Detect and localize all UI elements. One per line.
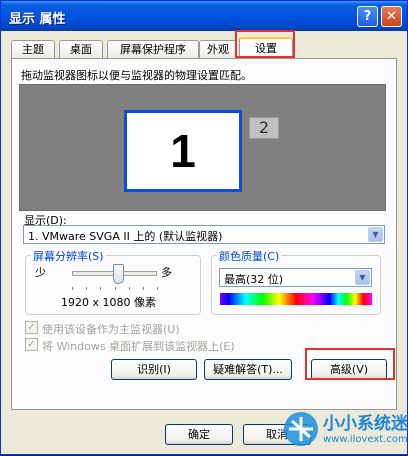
color-spectrum-bar bbox=[220, 293, 372, 305]
help-icon: ? bbox=[363, 9, 372, 24]
monitor-2-icon[interactable]: 2 bbox=[249, 117, 279, 139]
watermark-brand: 小小系统迷 bbox=[323, 414, 408, 434]
tab-themes[interactable]: 主题 bbox=[11, 40, 55, 58]
primary-monitor-label: 使用该设备作为主监视器(U) bbox=[42, 323, 180, 336]
watermark-logo: 小小系统迷 www.ilovext.com bbox=[281, 407, 408, 453]
display-select[interactable]: 1. VMware SVGA II 上的 (默认监视器) ▼ bbox=[23, 225, 385, 244]
highlight-advanced-button bbox=[305, 348, 395, 380]
color-quality-group-label: 颜色质量(C) bbox=[217, 248, 282, 264]
extend-desktop-label: 将 Windows 桌面扩展到该监视器上(E) bbox=[42, 340, 235, 353]
chevron-down-icon[interactable]: ▼ bbox=[355, 270, 370, 285]
primary-monitor-checkbox[interactable]: ✓ bbox=[25, 321, 38, 334]
resolution-slider-ticks bbox=[72, 287, 158, 290]
extend-desktop-checkbox[interactable]: ✓ bbox=[25, 338, 38, 351]
troubleshoot-button[interactable]: 疑难解答(T)... bbox=[204, 359, 292, 380]
resolution-more-label: 多 bbox=[161, 266, 172, 279]
window-title: 显示 属性 bbox=[9, 12, 66, 27]
close-icon: ✕ bbox=[386, 9, 397, 24]
chevron-down-icon[interactable]: ▼ bbox=[368, 227, 383, 242]
instruction-text: 拖动监视器图标以便与监视器的物理设置匹配。 bbox=[21, 69, 252, 82]
identify-button[interactable]: 识别(I) bbox=[111, 359, 197, 380]
color-quality-value: 最高(32 位) bbox=[224, 273, 284, 286]
tab-appearance[interactable]: 外观 bbox=[199, 40, 237, 58]
resolution-value: 1920 x 1080 像素 bbox=[61, 296, 156, 309]
highlight-settings-tab bbox=[235, 30, 295, 58]
watermark-url: www.ilovext.com bbox=[323, 434, 408, 445]
title-bar[interactable]: 显示 属性 ? ✕ bbox=[1, 1, 407, 31]
monitor-arrangement: 1 2 bbox=[19, 84, 386, 211]
tab-screensaver[interactable]: 屏幕保护程序 bbox=[107, 40, 199, 58]
resolution-less-label: 少 bbox=[35, 266, 46, 279]
tab-desktop[interactable]: 桌面 bbox=[59, 40, 103, 58]
display-select-value: 1. VMware SVGA II 上的 (默认监视器) bbox=[28, 230, 223, 243]
monitor-1-icon[interactable]: 1 bbox=[124, 110, 242, 192]
color-quality-select[interactable]: 最高(32 位) ▼ bbox=[219, 268, 372, 287]
help-button[interactable]: ? bbox=[357, 6, 378, 27]
resolution-slider-thumb[interactable] bbox=[112, 264, 124, 284]
close-button[interactable]: ✕ bbox=[381, 6, 402, 27]
ok-button[interactable]: 确定 bbox=[165, 424, 233, 445]
display-properties-window: 显示 属性 ? ✕ 主题 桌面 屏幕保护程序 外观 设置 拖动监视器图标以便与监… bbox=[0, 0, 408, 455]
resolution-group-label: 屏幕分辨率(S) bbox=[31, 248, 106, 264]
